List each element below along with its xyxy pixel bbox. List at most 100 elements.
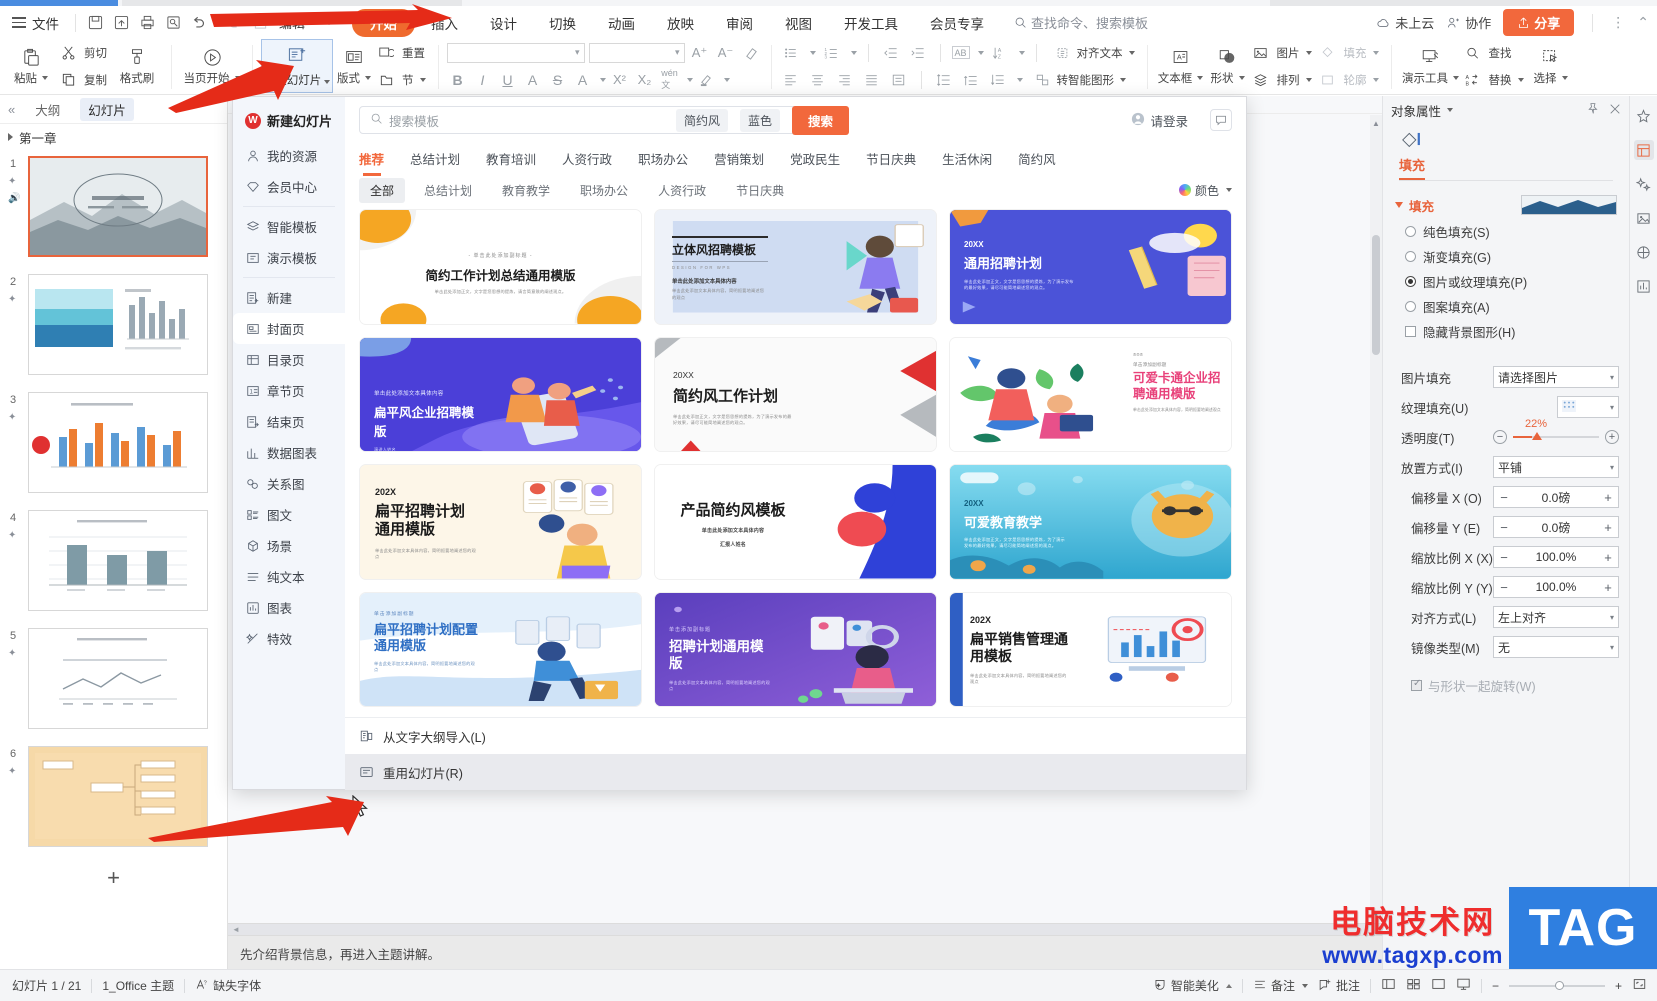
chip-office[interactable]: 职场办公	[569, 178, 639, 203]
search-tag-1[interactable]: 简约风	[675, 108, 728, 132]
vertical-scrollbar[interactable]: ▲ ▼	[1370, 115, 1382, 923]
template-card[interactable]: 立体风招聘模板 DESIGN FOR WPS 单击此处添加文本具体内容 单击此处…	[654, 209, 937, 325]
gallery-nav-smart-template[interactable]: 智能模板	[233, 211, 345, 242]
font-size-select[interactable]: ▾	[588, 42, 685, 63]
rail-ai-icon[interactable]	[1634, 106, 1654, 126]
tab-member[interactable]: 会员专享	[914, 10, 1000, 36]
feedback-icon[interactable]	[1210, 109, 1232, 131]
more-options-icon[interactable]: ⋮	[1611, 14, 1625, 31]
superscript-icon[interactable]: X²	[609, 69, 631, 91]
rail-properties-icon[interactable]	[1633, 140, 1654, 160]
share-button[interactable]: 分享	[1503, 9, 1575, 36]
justify-icon[interactable]	[861, 69, 883, 91]
slide-thumbnail-6[interactable]: 6 ✦	[0, 740, 227, 858]
properties-title-button[interactable]: 对象属性	[1391, 101, 1454, 120]
tab-review[interactable]: 审阅	[710, 10, 769, 36]
smart-beautify-button[interactable]: 智能美化	[1153, 977, 1232, 994]
format-painter-button[interactable]: 格式刷	[111, 39, 163, 93]
template-card[interactable]: 20XX 可爱教育教学 单击此处添加正文，文字是您思想的提炼，为了演示发布的最好…	[949, 464, 1232, 580]
copy-button[interactable]: 复制	[80, 67, 111, 93]
slide-count-label[interactable]: 幻灯片 1 / 21	[12, 977, 81, 994]
gallery-tab-government[interactable]: 党政民生	[790, 149, 840, 168]
picture-fill-select[interactable]: 请选择图片 ▾	[1493, 366, 1619, 388]
scrollbar-thumb[interactable]	[1372, 235, 1380, 355]
replace-button[interactable]: 替换	[1485, 67, 1528, 93]
text-shadow-icon[interactable]: A	[522, 69, 544, 91]
gallery-tab-festival[interactable]: 节日庆典	[866, 149, 916, 168]
slide-thumbnail-list[interactable]: 1 ✦ 🔊 2 ✦ 3 ✦ 4 ✦ 5 ✦ 6 ✦ +	[0, 150, 227, 969]
gallery-tab-marketing[interactable]: 营销策划	[714, 149, 764, 168]
slide-thumbnail-2[interactable]: 2 ✦ ▶	[0, 268, 227, 386]
tab-developer[interactable]: 开发工具	[828, 10, 914, 36]
gallery-nav-member-center[interactable]: 会员中心	[233, 171, 345, 202]
gallery-nav-effects[interactable]: 特效	[233, 623, 345, 654]
increase-icon[interactable]: +	[1605, 430, 1619, 444]
new-slide-button[interactable]: 新建幻灯片	[261, 39, 333, 93]
template-card[interactable]: 单击添加副标题 扁平招聘计划配置通用模版 单击此处添加文本具体内容，简明扼要地阐…	[359, 591, 642, 707]
rotate-with-shape-checkbox[interactable]: 与形状一起旋转(W)	[1383, 662, 1629, 695]
slide-thumbnail-1[interactable]: 1 ✦ 🔊	[0, 150, 227, 268]
alignment-select[interactable]: 左上对齐 ▾	[1493, 606, 1619, 628]
fill-option-picture-texture[interactable]: 图片或纹理填充(P)	[1383, 269, 1629, 294]
decrease-font-size-icon[interactable]: A⁻	[715, 42, 737, 64]
select-button[interactable]: 选择	[1528, 39, 1574, 93]
italic-icon[interactable]: I	[472, 69, 494, 91]
slide-thumbnail-3[interactable]: 3 ✦ ▶	[0, 386, 227, 504]
gallery-tab-simple-style[interactable]: 简约风	[1018, 149, 1056, 168]
rail-picture-icon[interactable]	[1634, 208, 1654, 228]
gallery-nav-relation-chart[interactable]: 关系图	[233, 468, 345, 499]
offset-y-stepper[interactable]: − 0.0磅 +	[1493, 516, 1619, 538]
gallery-nav-new[interactable]: 新建	[233, 282, 345, 313]
distribute-icon[interactable]	[888, 69, 910, 91]
gallery-nav-presentation-template[interactable]: 演示模板	[233, 242, 345, 273]
fill-preview-swatch[interactable]	[1521, 195, 1617, 215]
slide-sorter-view-icon[interactable]	[1406, 977, 1421, 994]
numbered-list-icon[interactable]: 123	[821, 42, 843, 64]
fill-section-header[interactable]: 填充	[1383, 191, 1629, 219]
zoom-in-icon[interactable]: +	[1615, 979, 1622, 993]
fit-to-window-icon[interactable]	[1632, 977, 1647, 994]
section-button[interactable]: 节	[398, 67, 430, 93]
increase-indent-icon[interactable]	[907, 42, 929, 64]
collaborate-button[interactable]: 协作	[1446, 13, 1491, 32]
fill-option-gradient[interactable]: 渐变填充(G)	[1383, 244, 1629, 269]
gallery-nav-text-image[interactable]: 图文	[233, 499, 345, 530]
gallery-nav-data-chart[interactable]: 数据图表	[233, 437, 345, 468]
increase-icon[interactable]: +	[1598, 580, 1618, 595]
fill-button[interactable]: 填充	[1340, 40, 1383, 66]
new-slide-gallery-panel[interactable]: W 新建幻灯片 我的资源 会员中心 智能模板 演示模板 新建 封面页 目录页 1…	[232, 96, 1247, 790]
notes-text[interactable]: 先介绍背景信息，再进入主题讲解。	[228, 936, 1382, 971]
template-card[interactable]: 202X 扁平销售管理通用模板 单击此处添加文本具体内容，简明扼要地阐述您的观点	[949, 591, 1232, 707]
template-card[interactable]: 20XX 简约风工作计划 单击此处添加正文，文字是您思想的提炼，为了演示发布的最…	[654, 336, 937, 452]
thumbnail-image[interactable]	[28, 746, 208, 847]
expand-qat-icon[interactable]: ⌄	[316, 10, 342, 36]
tab-slides[interactable]: 幻灯片	[80, 98, 134, 121]
align-text-button[interactable]: 对齐文本	[1048, 40, 1139, 66]
gallery-nav-scene[interactable]: 场景	[233, 530, 345, 561]
increase-icon[interactable]: +	[1598, 520, 1618, 535]
rail-chart-icon[interactable]	[1634, 276, 1654, 296]
command-search[interactable]: 查找命令、搜索模板	[1014, 13, 1148, 32]
hide-background-graphics-checkbox[interactable]: 隐藏背景图形(H)	[1383, 319, 1629, 344]
template-card[interactable]: 202X 扁平招聘计划通用模版 单击此处添加文本具体内容，简明扼要地阐述您的观点	[359, 464, 642, 580]
gallery-nav-toc-page[interactable]: 目录页	[233, 344, 345, 375]
gallery-tab-hr[interactable]: 人资行政	[562, 149, 612, 168]
collapse-panel-icon[interactable]: «	[8, 102, 15, 117]
close-icon[interactable]	[1609, 103, 1621, 118]
scale-x-stepper[interactable]: − 100.0% +	[1493, 546, 1619, 568]
zoom-out-icon[interactable]: −	[1492, 979, 1499, 993]
paste-button[interactable]: 粘贴	[5, 39, 57, 93]
tab-start[interactable]: 开始	[352, 8, 416, 37]
decrease-icon[interactable]: −	[1494, 490, 1514, 505]
cloud-status[interactable]: 未上云	[1376, 13, 1434, 32]
offset-x-stepper[interactable]: − 0.0磅 +	[1493, 486, 1619, 508]
template-card[interactable]: 20XX 通用招聘计划 单击此处添加正文，文字是您思想的提炼，为了演示发布的最好…	[949, 209, 1232, 325]
print-icon[interactable]	[134, 10, 160, 36]
tab-slideshow[interactable]: 放映	[651, 10, 710, 36]
edit-mode-button[interactable]: 编辑	[279, 13, 317, 32]
zoom-slider[interactable]	[1508, 980, 1605, 990]
texture-fill-select[interactable]: ▾	[1557, 396, 1619, 418]
comment-button[interactable]: 批注	[1318, 977, 1360, 994]
align-right-icon[interactable]	[834, 69, 856, 91]
rail-shape-icon[interactable]	[1634, 242, 1654, 262]
